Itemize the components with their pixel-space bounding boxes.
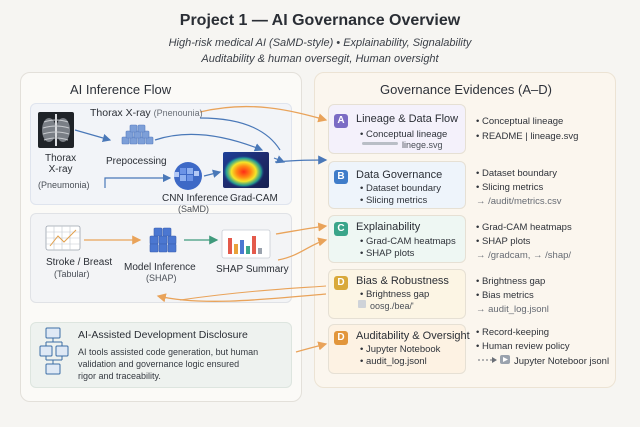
card-d-bias-file: oosg./bea/' <box>370 301 414 311</box>
card-d-bias-item-1: • Brightness gap <box>360 289 430 300</box>
ref-b-3: → /audit/metrics.csv <box>476 196 562 207</box>
badge-a: A <box>334 114 348 128</box>
ref-d-bias-1: • Brightness gap <box>476 276 546 287</box>
model-inference-label: Model Inference <box>124 262 196 273</box>
disclosure-body: AI tools assisted code generation, but h… <box>78 347 259 381</box>
card-c-item-2: • SHAP plots <box>360 248 415 259</box>
xray-label: Thorax X-ray <box>45 153 77 175</box>
ref-a-2: • README | lineage.svg <box>476 131 579 142</box>
model-inference-icon <box>149 227 177 253</box>
cnn-network-icon <box>174 162 202 190</box>
flow1-top-label: Thorax X-ray (Pnenounia) <box>90 107 203 119</box>
card-c-item-1: • Grad-CAM heatmaps <box>360 236 456 247</box>
ref-a-1: • Conceptual lineage <box>476 116 564 127</box>
badge-d-bias: D <box>334 276 348 290</box>
card-a-file: linege.svg <box>402 140 443 150</box>
model-inference-note: (SHAP) <box>146 273 177 283</box>
ref-c-2: • SHAP plots <box>476 236 531 247</box>
card-c-title: Explainability <box>356 221 421 233</box>
workflow-icon <box>39 327 69 375</box>
ref-d-audit-3: Jupyter Noteboor jsonl <box>514 356 610 367</box>
shap-summary-label: SHAP Summary <box>216 264 289 275</box>
preprocessing-cubes-icon <box>121 124 154 145</box>
ref-c-3: → /gradcam, → /shap/ <box>476 250 572 261</box>
ref-b-1: • Dataset boundary <box>476 168 557 179</box>
card-b-item-1: • Dataset boundary <box>360 183 441 194</box>
card-d-audit-title: Auditability & Oversight <box>356 330 470 342</box>
spreadsheet-icon <box>45 225 81 251</box>
disclosure-title: AI-Assisted Development Disclosure <box>78 329 248 341</box>
cnn-note: (SaMD) <box>178 204 209 214</box>
card-b-item-2: • Slicing metrics <box>360 195 428 206</box>
ref-d-bias-3: → audit_log.jsonl <box>476 304 549 315</box>
card-a-item-1: • Conceptual lineage <box>360 129 448 140</box>
shap-chart-icon <box>221 229 271 259</box>
badge-d-audit: D <box>334 331 348 345</box>
card-d-bias-title: Bias & Robustness <box>356 275 449 287</box>
badge-b: B <box>334 170 348 184</box>
xray-image-icon <box>38 112 74 148</box>
gradcam-heatmap-icon <box>223 152 269 188</box>
ref-c-1: • Grad-CAM heatmaps <box>476 222 572 233</box>
cnn-label: CNN Inference <box>162 193 229 204</box>
ref-d-bias-2: • Bias metrics <box>476 290 534 301</box>
card-d-audit-item-2: • audit_log.jsonl <box>360 356 427 367</box>
preprocessing-label: Prepocessing <box>106 156 167 167</box>
ref-b-2: • Slicing metrics <box>476 182 544 193</box>
card-b-title: Data Governance <box>356 169 443 181</box>
xray-note: (Pneumonia) <box>38 180 90 190</box>
tabular-input-note: (Tabular) <box>54 269 90 279</box>
ref-d-audit-2: • Human review policy <box>476 341 570 352</box>
card-d-audit-item-1: • Jupyter Notebook <box>360 344 441 355</box>
tabular-input-label: Stroke / Breast <box>46 257 113 268</box>
card-a-title: Lineage & Data Flow <box>356 113 459 125</box>
gradcam-label: Grad-CAM <box>230 193 278 204</box>
badge-c: C <box>334 222 348 236</box>
ref-d-audit-1: • Record-keeping <box>476 327 550 338</box>
